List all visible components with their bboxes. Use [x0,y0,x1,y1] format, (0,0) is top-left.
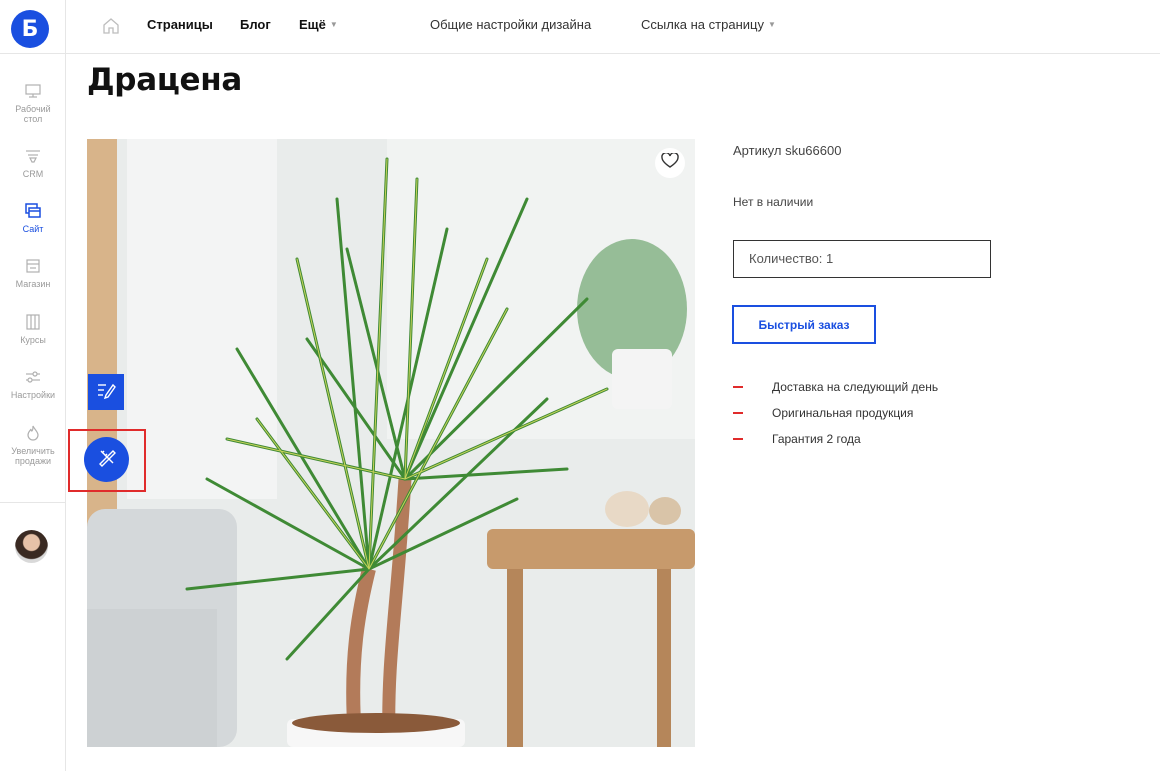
sidebar-item-dashboard[interactable]: Рабочий стол [0,81,66,124]
sidebar-item-label: Сайт [22,224,44,234]
quantity-field[interactable]: Количество: 1 [733,240,991,278]
edit-icon [95,379,117,406]
wishlist-button[interactable] [655,148,685,178]
page-title: Драцена [87,62,242,98]
dash-marker [733,438,743,440]
nav-pages[interactable]: Страницы [147,17,213,32]
product-image [87,139,695,747]
chevron-down-icon: ▼ [329,20,338,29]
dash-marker [733,412,743,414]
list-item: Оригинальная продукция [733,400,938,426]
home-icon[interactable] [101,16,121,36]
dash-marker [733,386,743,388]
chevron-down-icon: ▼ [767,20,776,29]
quick-order-button[interactable]: Быстрый заказ [732,305,876,344]
flame-icon [23,423,43,443]
site-icon [23,201,43,221]
sidebar-item-label: Курсы [20,335,46,345]
sidebar-item-label: Увеличить продажи [11,446,55,466]
list-item: Гарантия 2 года [733,426,938,452]
nav-more[interactable]: Ещё ▼ [299,17,338,32]
sliders-icon [23,367,43,387]
nav-blog[interactable]: Блог [240,17,271,32]
nav-more-label: Ещё [299,17,326,32]
heart-icon [661,151,679,174]
divider [0,502,66,503]
sidebar-item-label: Настройки [10,390,56,400]
design-tools-button[interactable] [84,437,129,482]
design-tools-icon [96,446,118,473]
avatar[interactable] [15,530,48,563]
page-link-dropdown[interactable]: Ссылка на страницу ▼ [641,17,776,32]
funnel-icon [23,146,43,166]
sidebar-item-site[interactable]: Сайт [0,201,66,234]
features-list: Доставка на следующий день Оригинальная … [733,374,938,452]
sidebar-item-crm[interactable]: CRM [0,146,66,179]
design-settings-link[interactable]: Общие настройки дизайна [430,17,591,32]
store-icon [23,256,43,276]
sidebar-item-courses[interactable]: Курсы [0,312,66,345]
sidebar-item-label: CRM [22,169,44,179]
stock-status: Нет в наличии [733,195,814,209]
monitor-icon [23,81,43,101]
sidebar-item-store[interactable]: Магазин [0,256,66,289]
sidebar-item-settings[interactable]: Настройки [0,367,66,400]
left-sidebar: Б Рабочий стол CRM Сайт Магазин Курсы На… [0,0,66,771]
top-navigation: Страницы Блог Ещё ▼ Общие настройки дизай… [66,0,1160,54]
page-link-label: Ссылка на страницу [641,17,764,32]
list-item: Доставка на следующий день [733,374,938,400]
edit-block-button[interactable] [88,374,124,410]
sidebar-item-label: Рабочий стол [15,104,51,124]
product-sku: Артикул sku66600 [733,143,842,158]
sidebar-item-boost-sales[interactable]: Увеличить продажи [0,423,66,466]
divider [0,53,66,54]
sidebar-item-label: Магазин [15,279,51,289]
courses-icon [23,312,43,332]
logo[interactable]: Б [11,10,49,48]
